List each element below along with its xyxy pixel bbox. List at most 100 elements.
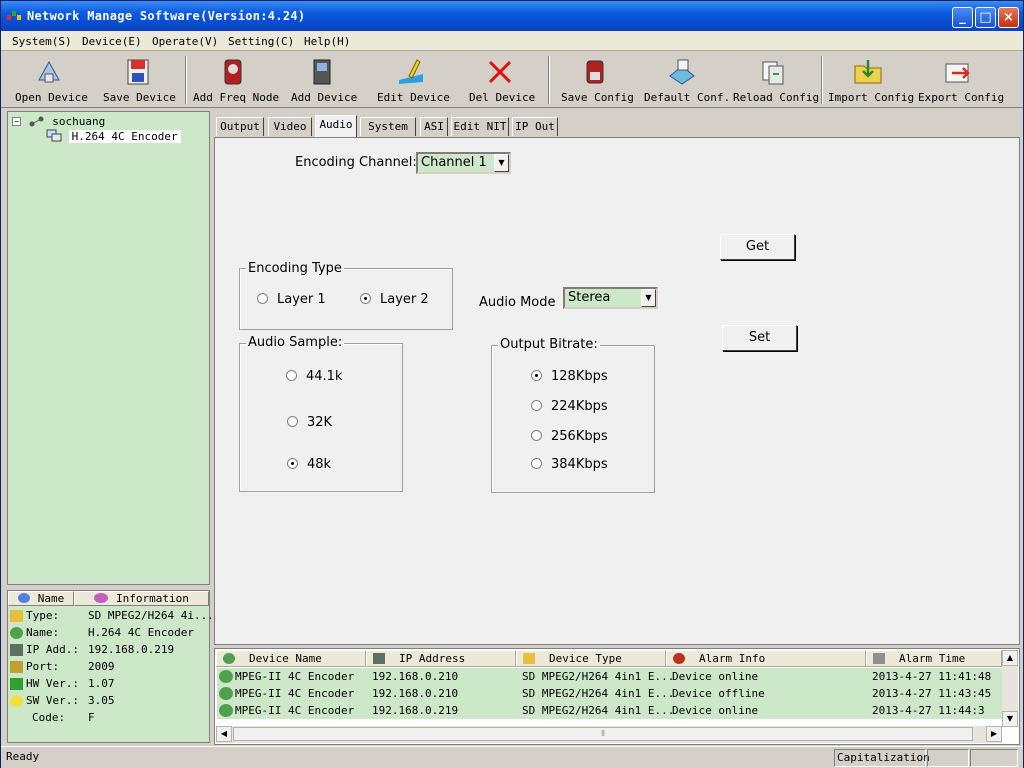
menu-system[interactable]: System(S) — [12, 35, 72, 48]
scroll-down-icon[interactable]: ▼ — [1002, 711, 1018, 727]
tree-child-node[interactable]: H.264 4C Encoder — [46, 129, 181, 143]
export-config-icon — [945, 63, 970, 83]
add-freq-node-icon — [224, 59, 242, 85]
get-button[interactable]: Get — [720, 234, 795, 260]
save-config-label: Save Config — [561, 91, 634, 104]
import-config-button[interactable]: Import Config — [828, 56, 914, 104]
chevron-down-icon[interactable]: ▼ — [494, 154, 509, 172]
set-button[interactable]: Set — [722, 325, 797, 351]
info-value: 1.07 — [88, 677, 115, 690]
cell-alarm-info: Device offline — [672, 687, 765, 700]
audio-settings-panel: Encoding Channel: Channel 1 ▼ Get Set En… — [214, 137, 1020, 645]
application-window: Network Manage Software(Version:4.24) _ … — [0, 0, 1024, 768]
header-ip-address[interactable]: IP Address — [366, 650, 516, 667]
status-text: Ready — [6, 750, 40, 763]
save-device-icon — [127, 59, 149, 85]
del-device-button[interactable]: Del Device — [469, 56, 535, 104]
tab-asi[interactable]: ASI — [420, 117, 448, 136]
status-pane — [970, 749, 1018, 767]
info-key: Code: — [32, 711, 66, 724]
layer1-radio[interactable]: Layer 1 — [257, 292, 326, 307]
info-key: Type: — [26, 609, 60, 622]
layer2-radio[interactable]: Layer 2 — [360, 292, 429, 307]
edit-device-button[interactable]: Edit Device — [377, 56, 450, 104]
radio-selected-icon — [531, 370, 542, 381]
default-conf-label: Default Conf. — [644, 91, 731, 104]
add-device-button[interactable]: Add Device — [291, 56, 357, 104]
tab-audio[interactable]: Audio — [315, 115, 357, 137]
layer2-label: Layer 2 — [380, 292, 429, 307]
close-button[interactable]: × — [998, 7, 1019, 28]
alarm-time-header-icon — [873, 653, 885, 664]
scroll-up-icon[interactable]: ▲ — [1002, 650, 1018, 666]
scroll-thumb[interactable]: ⦀ — [233, 727, 973, 741]
sample-44k-radio[interactable]: 44.1k — [286, 369, 342, 384]
bitrate-384-radio[interactable]: 384Kbps — [531, 457, 608, 472]
header-alarm-info[interactable]: Alarm Info — [666, 650, 866, 667]
tab-edit-nit[interactable]: Edit NIT — [451, 117, 509, 136]
info-value: 192.168.0.219 — [88, 643, 175, 656]
header-alarm-info-label: Alarm Info — [699, 652, 766, 665]
tab-ip-out[interactable]: IP Out — [512, 117, 558, 136]
bitrate-128-radio[interactable]: 128Kbps — [531, 369, 608, 384]
table-row[interactable]: MPEG-II 4C Encoder 192.168.0.210 SD MPEG… — [217, 668, 1003, 685]
tab-system[interactable]: System — [360, 117, 416, 136]
sample-48k-radio[interactable]: 48k — [287, 457, 331, 472]
menu-device[interactable]: Device(E) — [82, 35, 142, 48]
radio-icon — [531, 458, 542, 469]
add-freq-node-label: Add Freq Node — [193, 91, 280, 104]
tree-root-node[interactable]: − sochuang — [12, 115, 105, 128]
info-key: Port: — [26, 660, 60, 673]
default-conf-button[interactable]: Default Conf. — [644, 56, 730, 104]
reload-config-button[interactable]: Reload Config — [733, 56, 819, 104]
menu-operate[interactable]: Operate(V) — [152, 35, 218, 48]
title-bar[interactable]: Network Manage Software(Version:4.24) _ … — [1, 1, 1023, 31]
status-bar: Ready Capitalization — [1, 746, 1023, 768]
menu-help[interactable]: Help(H) — [304, 35, 350, 48]
header-device-type[interactable]: Device Type — [516, 650, 666, 667]
cell-device-type: SD MPEG2/H264 4in1 E... — [522, 670, 675, 683]
export-config-button[interactable]: Export Config — [918, 56, 1004, 104]
encoding-channel-select[interactable]: Channel 1 ▼ — [416, 152, 511, 174]
bitrate-224-radio[interactable]: 224Kbps — [531, 399, 608, 414]
device-type-header-icon — [523, 653, 535, 664]
cell-ip-address: 192.168.0.210 — [372, 687, 459, 700]
sample-32k-radio[interactable]: 32K — [287, 415, 332, 430]
table-row[interactable]: MPEG-II 4C Encoder 192.168.0.210 SD MPEG… — [217, 685, 1003, 702]
scroll-right-icon[interactable]: ▶ — [986, 726, 1002, 742]
radio-icon — [531, 400, 542, 411]
radio-icon — [531, 430, 542, 441]
alarm-list[interactable]: Device Name IP Address Device Type Alarm… — [214, 648, 1020, 745]
info-header-information[interactable]: Information — [74, 591, 209, 606]
add-freq-node-button[interactable]: Add Freq Node — [193, 56, 279, 104]
info-header-name[interactable]: Name — [8, 591, 74, 606]
chevron-down-icon[interactable]: ▼ — [641, 289, 656, 307]
save-config-button[interactable]: Save Config — [561, 56, 634, 104]
bitrate-256-radio[interactable]: 256Kbps — [531, 429, 608, 444]
device-tree[interactable]: − sochuang H.264 4C Encoder — [7, 111, 210, 585]
tab-output[interactable]: Output — [216, 117, 264, 136]
open-device-button[interactable]: Open Device — [15, 56, 88, 104]
scroll-left-icon[interactable]: ◀ — [216, 726, 232, 742]
horizontal-scrollbar[interactable]: ◀ ⦀ ▶ — [216, 726, 1002, 743]
menu-setting[interactable]: Setting(C) — [228, 35, 294, 48]
radio-icon — [286, 370, 297, 381]
minimize-button[interactable]: _ — [952, 7, 973, 28]
table-row[interactable]: MPEG-II 4C Encoder 192.168.0.219 SD MPEG… — [217, 702, 1003, 719]
output-bitrate-group: Output Bitrate: 128Kbps 224Kbps 256Kbps … — [491, 337, 655, 493]
maximize-button[interactable]: □ — [975, 7, 996, 28]
output-bitrate-title: Output Bitrate: — [498, 337, 600, 352]
port-icon — [10, 661, 23, 673]
audio-mode-select[interactable]: Sterea ▼ — [563, 287, 658, 309]
tree-child-label: H.264 4C Encoder — [68, 130, 181, 143]
tab-video[interactable]: Video — [268, 117, 312, 136]
tab-strip: Output Video Audio System ASI Edit NIT I… — [214, 113, 1020, 137]
header-alarm-time[interactable]: Alarm Time — [866, 650, 1002, 667]
alarm-info-header-icon — [673, 653, 685, 664]
window-title: Network Manage Software(Version:4.24) — [27, 9, 306, 23]
save-device-button[interactable]: Save Device — [103, 56, 176, 104]
cell-alarm-info: Device online — [672, 704, 759, 717]
vertical-scrollbar[interactable]: ▲ ▼ — [1002, 650, 1018, 727]
header-device-name[interactable]: Device Name — [216, 650, 366, 667]
collapse-toggle-icon[interactable]: − — [12, 117, 21, 126]
